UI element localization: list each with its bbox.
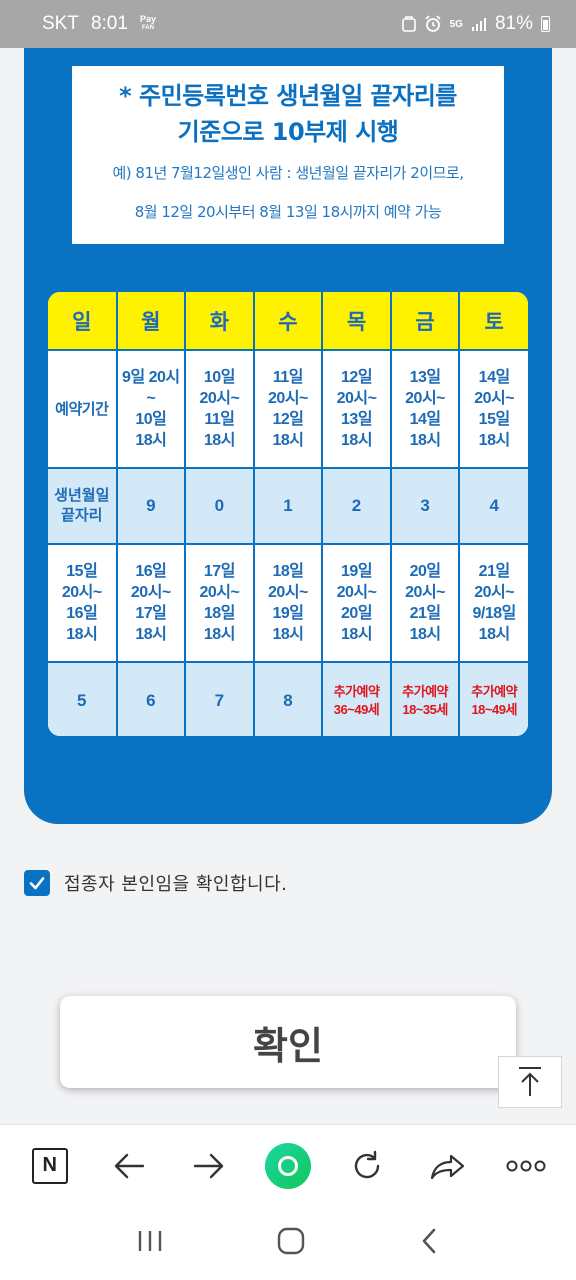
period-cell: 17일 20시~ 18일 18시 <box>184 543 255 663</box>
period-cell: 18일 20시~ 19일 18시 <box>252 543 324 663</box>
extra-reservation-cell: 추가예약 18~49세 <box>458 661 528 736</box>
period-cell: 21일 20시~ 9/18일 18시 <box>458 543 528 663</box>
period-cell: 10일 20시~ 11일 18시 <box>184 349 255 469</box>
notice-title: * 주민등록번호 생년월일 끝자리를 기준으로 10부제 시행 <box>119 82 457 146</box>
day-header: 화 <box>184 292 255 351</box>
refresh-button[interactable] <box>342 1141 392 1191</box>
row-label: 생년월일 끝자리 <box>48 467 118 545</box>
scroll-top-button[interactable] <box>498 1056 562 1108</box>
more-dots-icon <box>506 1160 546 1171</box>
digit-cell: 1 <box>252 467 324 545</box>
period-cell: 20일 20시~ 21일 18시 <box>389 543 461 663</box>
row-label: 예약기간 <box>48 349 118 469</box>
identity-confirm-label: 접종자 본인임을 확인합니다. <box>64 874 288 895</box>
clock: 8:01 <box>90 13 128 34</box>
signal-icon <box>471 18 486 31</box>
digit-cell: 0 <box>184 467 255 545</box>
day-header: 목 <box>321 292 392 351</box>
period-cell: 14일 20시~ 15일 18시 <box>458 349 528 469</box>
day-header: 일 <box>48 292 118 351</box>
digit-cell: 4 <box>458 467 528 545</box>
confirm-button[interactable]: 확인 <box>60 996 516 1088</box>
period-row: 예약기간 9일 20시 ~ 10일 18시 10일 20시~ 11일 18시 1… <box>48 349 528 469</box>
android-nav-bar <box>0 1206 576 1280</box>
period-cell: 9일 20시 ~ 10일 18시 <box>115 349 187 469</box>
extra-reservation-cell: 추가예약 36~49세 <box>321 661 392 736</box>
battery-icon <box>541 16 550 32</box>
period-row: 15일 20시~ 16일 18시 16일 20시~ 17일 18시 17일 20… <box>48 543 528 663</box>
digit-cell: 3 <box>389 467 461 545</box>
nfc-icon <box>401 16 416 32</box>
digit-cell: 8 <box>252 661 324 736</box>
digit-cell: 2 <box>321 467 392 545</box>
digit-cell: 5 <box>48 661 118 736</box>
refresh-icon <box>355 1150 380 1178</box>
period-cell: 15일 20시~ 16일 18시 <box>48 543 118 663</box>
browser-toolbar: N <box>0 1124 576 1206</box>
share-button[interactable] <box>422 1141 472 1191</box>
chevron-left-icon <box>422 1228 436 1254</box>
identity-confirm-checkbox[interactable] <box>24 870 50 896</box>
period-cell: 12일 20시~ 13일 18시 <box>321 349 392 469</box>
day-header: 월 <box>115 292 187 351</box>
day-header: 토 <box>458 292 528 351</box>
naver-home-button[interactable]: N <box>25 1141 75 1191</box>
carrier: SKT <box>42 13 79 34</box>
period-cell: 19일 20시~ 20일 18시 <box>321 543 392 663</box>
more-menu-button[interactable] <box>501 1141 551 1191</box>
digit-cell: 9 <box>115 467 187 545</box>
notice-example: 예) 81년 7월12일생인 사람 : 생년월일 끝자리가 2이므로, <box>112 164 464 182</box>
forward-button[interactable] <box>184 1141 234 1191</box>
alarm-icon <box>424 15 441 32</box>
schedule-table: 일 월 화 수 목 금 토 예약기간 9일 20시 ~ 10일 18시 10일 … <box>48 292 528 736</box>
system-back-button[interactable] <box>419 1227 439 1259</box>
notice-box: * 주민등록번호 생년월일 끝자리를 기준으로 10부제 시행 예) 81년 7… <box>72 66 504 244</box>
digit-row: 5 6 7 8 추가예약 36~49세 추가예약 18~35세 추가예약 18~… <box>48 661 528 736</box>
status-bar: SKT 8:01 Pay FAN 5G 81% <box>0 0 576 48</box>
naver-n-icon: N <box>31 1147 68 1184</box>
day-header: 수 <box>252 292 324 351</box>
share-icon <box>430 1154 464 1179</box>
period-cell: 13일 20시~ 14일 18시 <box>389 349 461 469</box>
arrow-right-icon <box>193 1153 223 1178</box>
period-cell: 16일 20시~ 17일 18시 <box>115 543 187 663</box>
green-dot-button[interactable] <box>263 1141 313 1191</box>
day-header-row: 일 월 화 수 목 금 토 <box>48 292 528 351</box>
digit-row: 생년월일 끝자리 9 0 1 2 3 4 <box>48 467 528 545</box>
arrow-up-icon <box>519 1067 541 1096</box>
digit-cell: 7 <box>184 661 255 736</box>
network-5g-icon: 5G <box>449 18 463 30</box>
recent-apps-button[interactable] <box>137 1229 163 1257</box>
recent-apps-icon <box>138 1231 162 1251</box>
home-button[interactable] <box>277 1227 305 1259</box>
day-header: 금 <box>389 292 461 351</box>
arrow-left-icon <box>114 1153 145 1178</box>
extra-reservation-cell: 추가예약 18~35세 <box>389 661 461 736</box>
period-cell: 11일 20시~ 12일 18시 <box>252 349 324 469</box>
battery-percent: 81% <box>494 13 533 34</box>
green-dot-icon <box>264 1142 311 1189</box>
notice-range: 8월 12일 20시부터 8월 13일 18시까지 예약 가능 <box>134 203 442 221</box>
home-icon <box>277 1227 305 1255</box>
pay-icon: Pay FAN <box>139 14 156 32</box>
digit-cell: 6 <box>115 661 187 736</box>
back-button[interactable] <box>104 1141 154 1191</box>
checkmark-icon <box>29 877 45 890</box>
identity-confirm-checkbox-row[interactable]: 접종자 본인임을 확인합니다. <box>24 870 287 896</box>
